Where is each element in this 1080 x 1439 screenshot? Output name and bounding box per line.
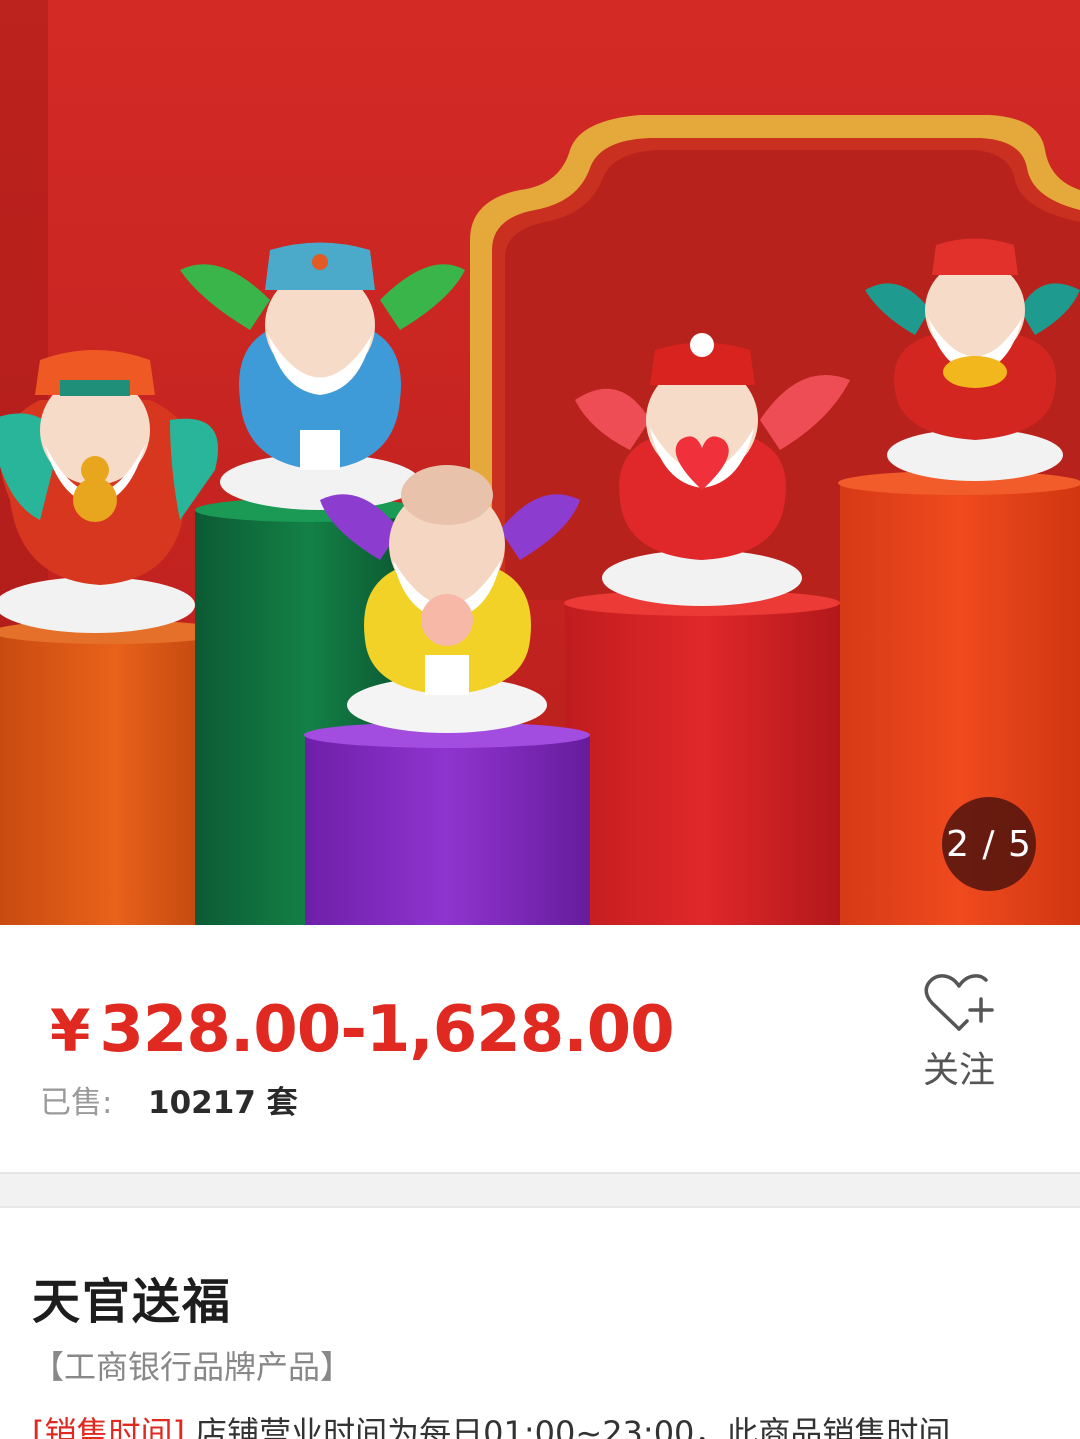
gallery-page-indicator: 2 / 5 bbox=[942, 797, 1036, 891]
sales-time-text: 店铺营业时间为每日01:00~23:00，此商品销售时间 bbox=[195, 1414, 951, 1439]
product-title: 天官送福 bbox=[32, 1274, 233, 1330]
sales-time-tag: [销售时间] bbox=[32, 1414, 185, 1439]
sold-count: 10217 套 bbox=[148, 1085, 298, 1121]
product-info-panel: 天官送福 【工商银行品牌产品】 [销售时间] 店铺营业时间为每日01:00~23… bbox=[0, 1208, 1080, 1439]
follow-label: 关注 bbox=[922, 1050, 995, 1091]
price-panel: ¥328.00-1,628.00 已售: 10217 套 关注 bbox=[0, 925, 1080, 1172]
brand-tag: 【工商银行品牌产品】 bbox=[32, 1348, 353, 1386]
sales-time-description: [销售时间] 店铺营业时间为每日01:00~23:00，此商品销售时间 bbox=[32, 1408, 950, 1439]
sold-label: 已售: bbox=[40, 1085, 113, 1121]
heart-plus-icon bbox=[924, 974, 994, 1031]
price-value: 328.00-1,628.00 bbox=[99, 993, 674, 1067]
price-range: ¥328.00-1,628.00 bbox=[50, 993, 675, 1067]
section-divider bbox=[0, 1172, 1080, 1208]
product-photo bbox=[0, 0, 1080, 925]
currency-symbol: ¥ bbox=[50, 997, 90, 1065]
product-image-gallery[interactable]: 2 / 5 bbox=[0, 0, 1080, 925]
follow-button[interactable]: 关注 bbox=[904, 973, 1014, 1103]
